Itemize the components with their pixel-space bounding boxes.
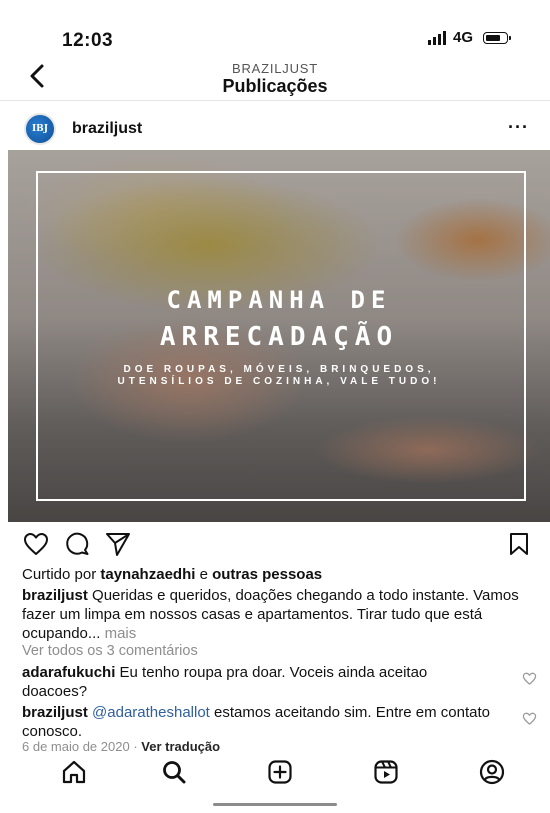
bottom-nav (0, 755, 550, 795)
signal-indicator: 4G (428, 29, 474, 46)
signal-bar-icon (443, 31, 446, 45)
likes-user[interactable]: taynahzaedhi (100, 566, 195, 583)
post-date: 6 de maio de 2020 (22, 739, 130, 754)
caption-text: Queridas e queridos, doações chegando a … (22, 587, 519, 642)
bookmark-icon[interactable] (505, 530, 533, 558)
signal-bar-icon (428, 40, 431, 45)
post-image[interactable]: CAMPANHA DE ARRECADAÇÃO DOE ROUPAS, MÓVE… (8, 150, 550, 522)
home-icon[interactable] (60, 758, 88, 786)
status-bar: 12:03 4G (0, 0, 550, 56)
signal-bar-icon (438, 34, 441, 45)
divider (0, 100, 550, 101)
signal-bar-icon (433, 37, 436, 45)
battery-icon (483, 32, 511, 44)
comment-item: adarafukuchi Eu tenho roupa pra doar. Vo… (22, 663, 492, 701)
home-indicator (213, 803, 337, 806)
comment-like-heart-icon[interactable] (522, 671, 537, 686)
status-time: 12:03 (62, 30, 114, 51)
post-date-line: 6 de maio de 2020 · Ver tradução (22, 739, 220, 754)
avatar-text: IBJ (31, 124, 49, 134)
heart-icon[interactable] (22, 530, 50, 558)
comment-username[interactable]: braziljust (22, 704, 88, 721)
likes-others[interactable]: outras pessoas (212, 566, 322, 583)
profile-icon[interactable] (478, 758, 506, 786)
image-title-line2: ARRECADAÇÃO (159, 322, 399, 352)
post-caption: braziljust Queridas e queridos, doações … (22, 586, 538, 643)
post-actions (0, 530, 550, 562)
search-icon[interactable] (160, 758, 188, 786)
page-header: BRAZILJUST Publicações (0, 56, 550, 102)
page-title: Publicações (222, 76, 328, 96)
comment-username[interactable]: adarafukuchi (22, 664, 115, 681)
create-icon[interactable] (266, 758, 294, 786)
header-account: BRAZILJUST (231, 61, 318, 76)
translate-link[interactable]: Ver tradução (141, 739, 220, 754)
comment-mention-link[interactable]: @adaratheshallot (92, 704, 210, 721)
comment-like-heart-icon[interactable] (522, 711, 537, 726)
caption-more-link[interactable]: mais (105, 625, 137, 642)
image-subtitle: DOE ROUPAS, MÓVEIS, BRINQUEDOS, UTENSÍLI… (8, 364, 550, 388)
avatar[interactable]: IBJ (24, 113, 56, 145)
image-subtitle-line1: DOE ROUPAS, MÓVEIS, BRINQUEDOS, (123, 364, 435, 375)
caption-username[interactable]: braziljust (22, 587, 88, 604)
network-type: 4G (453, 29, 474, 46)
comment-icon[interactable] (63, 530, 91, 558)
image-subtitle-line2: UTENSÍLIOS DE COZINHA, VALE TUDO! (117, 376, 441, 387)
likes-prefix: Curtido por (22, 566, 97, 583)
comment-item: braziljust @adaratheshallot estamos acei… (22, 703, 492, 741)
date-separator: · (133, 739, 138, 754)
post-header: IBJ braziljust ··· (0, 112, 550, 148)
likes-line[interactable]: Curtido por taynahzaedhi e outras pessoa… (22, 566, 542, 583)
reels-icon[interactable] (372, 758, 400, 786)
more-horizontal-icon[interactable]: ··· (508, 117, 529, 138)
view-all-comments-link[interactable]: Ver todos os 3 comentários (22, 643, 198, 659)
post-username[interactable]: braziljust (72, 120, 142, 138)
likes-joiner: e (199, 566, 208, 583)
image-title-line1: CAMPANHA DE (166, 286, 392, 314)
send-icon[interactable] (104, 530, 132, 558)
